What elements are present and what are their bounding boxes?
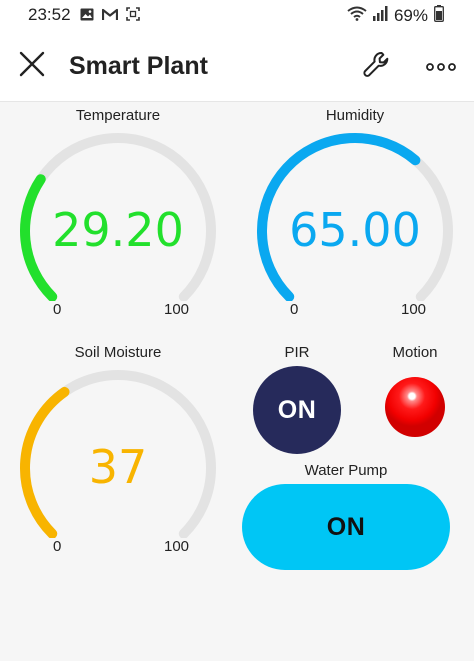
settings-button[interactable]: [360, 50, 394, 84]
humidity-max: 100: [401, 301, 427, 318]
notification-icons: [80, 7, 140, 26]
wrench-icon: [362, 50, 392, 85]
wifi-icon: [347, 6, 367, 26]
pir-label: PIR: [284, 344, 310, 361]
close-icon: [19, 51, 45, 82]
humidity-value: 65.00: [289, 203, 421, 257]
screenshot-icon: [126, 7, 140, 26]
app-bar: Smart Plant: [0, 30, 474, 102]
motion-led-indicator: [385, 377, 445, 437]
water-pump-state: ON: [326, 512, 366, 541]
temperature-min: 0: [53, 301, 62, 318]
battery-percent: 69%: [393, 6, 428, 25]
bottom-empty-area: [0, 600, 474, 661]
pir-status-button[interactable]: ON: [253, 366, 341, 454]
status-time: 23:52: [28, 5, 71, 24]
status-right: 69%: [347, 5, 444, 27]
page-title: Smart Plant: [69, 52, 208, 80]
water-pump-button[interactable]: ON: [242, 484, 450, 570]
more-options-button[interactable]: [424, 52, 458, 82]
pir-state: ON: [277, 395, 317, 424]
gmail-icon: [101, 8, 119, 26]
soil-moisture-value: 37: [88, 440, 148, 494]
humidity-gauge: 65.00 0 100: [255, 131, 455, 321]
status-bar: 23:52 69%: [0, 0, 474, 30]
battery-icon: [434, 5, 444, 27]
soil-moisture-label: Soil Moisture: [74, 344, 162, 361]
motion-label: Motion: [392, 344, 438, 361]
temperature-label: Temperature: [75, 107, 161, 124]
gallery-icon: [80, 8, 94, 26]
temperature-max: 100: [164, 301, 190, 318]
humidity-min: 0: [290, 301, 299, 318]
humidity-label: Humidity: [325, 107, 385, 124]
temperature-value: 29.20: [52, 203, 184, 257]
signal-icon: [372, 6, 388, 26]
soil-moisture-min: 0: [53, 538, 62, 555]
close-button[interactable]: [16, 50, 48, 82]
soil-moisture-max: 100: [164, 538, 190, 555]
water-pump-label: Water Pump: [304, 462, 388, 479]
soil-moisture-gauge: 37 0 100: [18, 368, 218, 558]
more-icon: [426, 58, 456, 76]
temperature-gauge: 29.20 0 100: [18, 131, 218, 321]
